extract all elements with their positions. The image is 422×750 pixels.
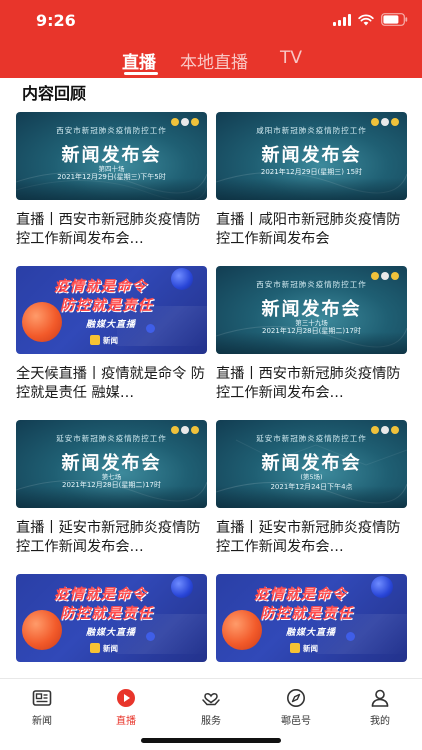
thumb-slogan: 防控就是责任	[60, 606, 153, 622]
station-logo-icon	[90, 643, 100, 653]
thumb-slogan: 防控就是责任	[260, 606, 353, 622]
video-title[interactable]: 直播丨西安市新冠肺炎疫情防控工作新闻发布会…	[16, 211, 207, 249]
nav-item-huyi-channel[interactable]: 鄠邑号	[266, 687, 326, 727]
video-card[interactable]: 西安市新冠肺炎疫情防控工作 新闻发布会 第四十场 2021年12月29日(星期三…	[16, 112, 207, 249]
video-card[interactable]: 西安市新冠肺炎疫情防控工作 新闻发布会 第三十九场 2021年12月28日(星期…	[216, 266, 407, 403]
nav-item-news[interactable]: 新闻	[12, 687, 72, 727]
thumb-main-text: 新闻发布会	[261, 145, 362, 166]
nav-item-profile[interactable]: 我的	[350, 687, 410, 727]
status-icons	[333, 13, 408, 26]
thumb-slogan: 疫情就是命令	[54, 279, 147, 295]
section-title: 内容回顾	[22, 84, 87, 103]
active-tab-indicator	[124, 72, 158, 75]
live-play-icon	[115, 687, 137, 709]
nav-item-live[interactable]: 直播	[96, 687, 156, 727]
video-card[interactable]: 延安市新冠肺炎疫情防控工作 新闻发布会 (第5场) 2021年12月24日下午4…	[216, 420, 407, 557]
video-thumbnail: 西安市新冠肺炎疫情防控工作 新闻发布会 第三十九场 2021年12月28日(星期…	[216, 266, 407, 354]
thumb-org-text: 西安市新冠肺炎疫情防控工作	[56, 126, 167, 135]
video-thumbnail: 延安市新冠肺炎疫情防控工作 新闻发布会 (第5场) 2021年12月24日下午4…	[216, 420, 407, 508]
video-card[interactable]: 疫情就是命令 防控就是责任 融媒大直播 新闻	[216, 574, 407, 662]
station-logo-icon	[290, 643, 300, 653]
status-bar: 9:26	[0, 0, 422, 40]
video-card[interactable]: 疫情就是命令 防控就是责任 融媒大直播 新闻 全天候直播丨疫情就是命令 防控就是…	[16, 266, 207, 403]
decorative-ball	[371, 576, 393, 598]
video-card[interactable]: 咸阳市新冠肺炎疫情防控工作 新闻发布会 2021年12月29日(星期三) 15时…	[216, 112, 407, 249]
video-title[interactable]: 全天候直播丨疫情就是命令 防控就是责任 融媒…	[16, 365, 207, 403]
video-thumbnail: 延安市新冠肺炎疫情防控工作 新闻发布会 第七场 2021年12月28日(星期二)…	[16, 420, 207, 508]
service-hands-icon	[200, 687, 222, 709]
thumb-date-text: 2021年12月29日(星期三) 15时	[260, 168, 363, 176]
thumb-org-text: 延安市新冠肺炎疫情防控工作	[256, 434, 367, 443]
video-title[interactable]: 直播丨延安市新冠肺炎疫情防控工作新闻发布会…	[16, 519, 207, 557]
profile-icon	[369, 687, 391, 709]
news-icon	[31, 687, 53, 709]
decorative-ball	[22, 610, 62, 650]
video-thumbnail: 咸阳市新冠肺炎疫情防控工作 新闻发布会 2021年12月29日(星期三) 15时	[216, 112, 407, 200]
thumb-media-text: 融媒大直播	[86, 628, 137, 638]
thumb-slogan: 疫情就是命令	[254, 587, 347, 603]
decorative-ball	[146, 632, 155, 641]
station-logo: 新闻	[90, 643, 118, 653]
thumb-media-text: 融媒大直播	[86, 320, 137, 330]
station-logo-icon	[90, 335, 100, 345]
video-thumbnail: 疫情就是命令 防控就是责任 融媒大直播 新闻	[16, 574, 207, 662]
thumb-org-text: 西安市新冠肺炎疫情防控工作	[256, 280, 367, 289]
video-card[interactable]: 延安市新冠肺炎疫情防控工作 新闻发布会 第七场 2021年12月28日(星期二)…	[16, 420, 207, 557]
tab-local-live[interactable]: 本地直播	[180, 48, 248, 73]
thumb-slogan: 疫情就是命令	[54, 587, 147, 603]
channel-tabs: 直播 本地直播 TV	[0, 44, 422, 78]
nav-label: 新闻	[32, 716, 52, 727]
nav-label: 直播	[116, 716, 136, 727]
nav-item-service[interactable]: 服务	[181, 687, 241, 727]
video-thumbnail: 西安市新冠肺炎疫情防控工作 新闻发布会 第四十场 2021年12月29日(星期三…	[16, 112, 207, 200]
compass-icon	[285, 687, 307, 709]
video-thumbnail: 疫情就是命令 防控就是责任 融媒大直播 新闻	[16, 266, 207, 354]
nav-label: 服务	[201, 716, 221, 727]
decorative-ball	[171, 576, 193, 598]
decorative-ball	[171, 268, 193, 290]
battery-icon	[381, 13, 408, 26]
app-header: 9:26 直播 本地直播 TV	[0, 0, 422, 78]
thumb-date-text: 2021年12月24日下午4点	[270, 483, 353, 491]
status-time: 9:26	[36, 11, 76, 30]
thumb-session-text: (第5场)	[300, 473, 323, 481]
tab-live[interactable]: 直播	[122, 48, 156, 73]
home-indicator	[141, 738, 281, 743]
nav-label: 鄠邑号	[281, 716, 311, 727]
station-logo: 新闻	[290, 643, 318, 653]
tab-tv[interactable]: TV	[280, 48, 302, 68]
station-logo: 新闻	[90, 335, 118, 345]
decorative-ball	[146, 324, 155, 333]
decorative-ball	[346, 632, 355, 641]
thumb-date-text: 2021年12月29日(星期三)下午5时	[57, 173, 166, 181]
thumb-slogan: 防控就是责任	[60, 298, 153, 314]
nav-label: 我的	[370, 716, 390, 727]
video-card[interactable]: 疫情就是命令 防控就是责任 融媒大直播 新闻	[16, 574, 207, 662]
video-title[interactable]: 直播丨西安市新冠肺炎疫情防控工作新闻发布会…	[216, 365, 407, 403]
decorative-ball	[222, 610, 262, 650]
video-title[interactable]: 直播丨延安市新冠肺炎疫情防控工作新闻发布会…	[216, 519, 407, 557]
thumb-org-text: 延安市新冠肺炎疫情防控工作	[56, 434, 167, 443]
thumb-org-text: 咸阳市新冠肺炎疫情防控工作	[256, 126, 367, 135]
thumb-date-text: 2021年12月28日(星期二)17时	[62, 481, 161, 489]
thumb-media-text: 融媒大直播	[286, 628, 337, 638]
cellular-signal-icon	[333, 13, 351, 26]
video-title[interactable]: 直播丨咸阳市新冠肺炎疫情防控工作新闻发布会	[216, 211, 407, 249]
decorative-ball	[22, 302, 62, 342]
video-thumbnail: 疫情就是命令 防控就是责任 融媒大直播 新闻	[216, 574, 407, 662]
thumb-date-text: 2021年12月28日(星期二)17时	[262, 327, 361, 335]
wifi-icon	[358, 13, 374, 26]
